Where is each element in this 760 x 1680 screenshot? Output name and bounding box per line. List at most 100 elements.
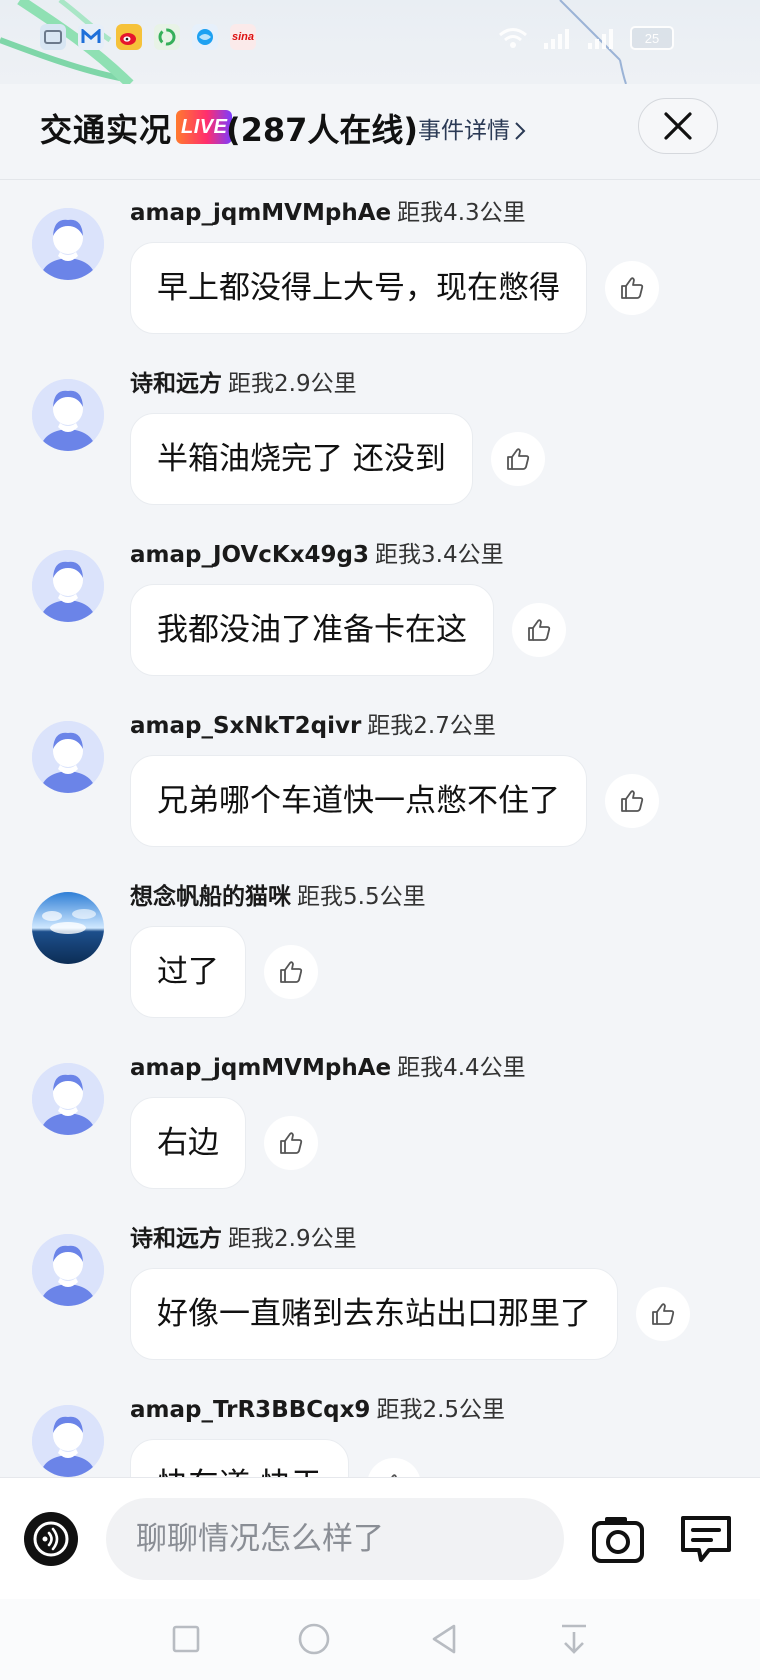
recents-button[interactable]: [164, 1617, 208, 1661]
comment-meta: 想念帆船的猫咪 距我5.5公里: [130, 880, 426, 914]
comment-bubble: 好像一直赌到去东站出口那里了: [130, 1268, 618, 1360]
comment-button[interactable]: [676, 1510, 736, 1568]
comment-bubble: 半箱油烧完了 还没到: [130, 413, 473, 505]
username[interactable]: amap_JOVcKx49g3: [130, 542, 369, 568]
comment-item: amap_TrR3BBCqx9距我2.5公里快车道 快于: [0, 1377, 760, 1477]
status-system-icons: 25: [498, 26, 674, 50]
comment-bubble: 过了: [130, 926, 246, 1018]
like-button[interactable]: [491, 432, 545, 486]
distance-label: 距我4.4公里: [397, 1055, 526, 1081]
home-circle-icon: [298, 1623, 330, 1655]
comment-meta: amap_TrR3BBCqx9 距我2.5公里: [130, 1393, 505, 1427]
weibo-icon: [116, 24, 142, 50]
comment-bubble: 右边: [130, 1097, 246, 1189]
like-button[interactable]: [264, 945, 318, 999]
comment-item: 诗和远方 距我2.9公里半箱油烧完了 还没到: [0, 351, 760, 522]
username[interactable]: amap_jqmMVMphAe: [130, 200, 391, 226]
username[interactable]: 想念帆船的猫咪: [130, 884, 291, 910]
back-button[interactable]: [422, 1617, 466, 1661]
home-button[interactable]: [292, 1617, 336, 1661]
system-nav-bar: [0, 1599, 760, 1680]
like-button[interactable]: [367, 1458, 421, 1477]
message-icon: [40, 24, 66, 50]
username[interactable]: amap_jqmMVMphAe: [130, 1055, 391, 1081]
close-button[interactable]: [638, 98, 718, 154]
distance-label: 距我2.9公里: [228, 1226, 357, 1252]
comment-meta: amap_jqmMVMphAe 距我4.4公里: [130, 1051, 526, 1085]
comment-bubble: 快车道 快于: [130, 1439, 349, 1477]
comment-item: amap_JOVcKx49g3 距我3.4公里我都没油了准备卡在这: [0, 522, 760, 693]
like-button[interactable]: [636, 1287, 690, 1341]
recents-square-icon: [172, 1625, 200, 1653]
maxthon-icon: [78, 24, 104, 50]
thumbs-up-icon: [278, 959, 304, 985]
notification-pulldown-button[interactable]: [552, 1617, 596, 1661]
like-button[interactable]: [605, 774, 659, 828]
battery-icon: 25: [630, 26, 674, 50]
avatar[interactable]: [32, 550, 104, 622]
comment-item: amap_jqmMVMphAe 距我4.4公里右边: [0, 1035, 760, 1206]
close-icon: [664, 112, 692, 140]
back-triangle-icon: [432, 1624, 456, 1654]
wifi-icon: [499, 28, 527, 48]
recycle-app-icon: [154, 24, 180, 50]
sina-icon: sina: [230, 24, 256, 50]
comment-meta: 诗和远方 距我2.9公里: [130, 367, 357, 401]
avatar[interactable]: [32, 1405, 104, 1477]
browser-icon: [192, 24, 218, 50]
username[interactable]: 诗和远方: [130, 371, 222, 397]
notification-pulldown-icon: [562, 1624, 586, 1654]
event-details-link[interactable]: 事件详情: [418, 114, 526, 148]
distance-label: 距我2.7公里: [367, 713, 496, 739]
comment-meta: 诗和远方 距我2.9公里: [130, 1222, 357, 1256]
chevron-right-icon: [515, 122, 526, 140]
like-button[interactable]: [264, 1116, 318, 1170]
voice-button[interactable]: [24, 1512, 78, 1566]
status-app-icons: sina: [40, 24, 256, 50]
avatar[interactable]: [32, 1063, 104, 1135]
avatar[interactable]: [32, 892, 104, 964]
username[interactable]: amap_TrR3BBCqx9: [130, 1397, 370, 1423]
chat-input[interactable]: [106, 1498, 564, 1580]
input-bar: [0, 1477, 760, 1599]
status-bar: sina 25: [0, 0, 760, 84]
camera-icon: [592, 1517, 644, 1563]
username[interactable]: amap_SxNkT2qivr: [130, 713, 361, 739]
distance-label: 距我2.9公里: [228, 371, 357, 397]
page-title: 交通实况: [40, 111, 173, 149]
avatar[interactable]: [32, 379, 104, 451]
online-count: (287人在线): [226, 111, 419, 149]
thumbs-up-icon: [526, 617, 552, 643]
thumbs-up-icon: [619, 275, 645, 301]
like-button[interactable]: [512, 603, 566, 657]
thumbs-up-icon: [619, 788, 645, 814]
avatar[interactable]: [32, 721, 104, 793]
comment-meta: amap_SxNkT2qivr 距我2.7公里: [130, 709, 496, 743]
distance-label: 距我5.5公里: [297, 884, 426, 910]
avatar[interactable]: [32, 208, 104, 280]
comment-bubble: 早上都没得上大号，现在憋得: [130, 242, 587, 334]
comment-bubble: 我都没油了准备卡在这: [130, 584, 494, 676]
comment-item: amap_jqmMVMphAe 距我4.3公里早上都没得上大号，现在憋得: [0, 180, 760, 351]
comment-meta: amap_JOVcKx49g3 距我3.4公里: [130, 538, 504, 572]
voice-icon: [33, 1521, 69, 1557]
thumbs-up-icon: [505, 446, 531, 472]
signal-icon: [544, 29, 569, 49]
header: 交通实况 LIVE (287人在线) 事件详情: [0, 84, 760, 180]
username[interactable]: 诗和远方: [130, 1226, 222, 1252]
live-badge: LIVE: [176, 110, 233, 144]
distance-label: 距我3.4公里: [375, 542, 504, 568]
signal-icon: [588, 29, 613, 49]
comment-item: 想念帆船的猫咪 距我5.5公里过了: [0, 864, 760, 1035]
comment-item: 诗和远方 距我2.9公里好像一直赌到去东站出口那里了: [0, 1206, 760, 1377]
thumbs-up-icon: [278, 1130, 304, 1156]
avatar[interactable]: [32, 1234, 104, 1306]
comment-meta: amap_jqmMVMphAe 距我4.3公里: [130, 196, 526, 230]
like-button[interactable]: [605, 261, 659, 315]
comment-feed[interactable]: amap_jqmMVMphAe 距我4.3公里 早上都没得上大号，现在憋得 诗和远方距…: [0, 180, 760, 1477]
distance-label: 距我4.3公里: [397, 200, 526, 226]
camera-button[interactable]: [588, 1510, 648, 1568]
comment-item: amap_SxNkT2qivr 距我2.7公里兄弟哪个车道快一点憋不住了: [0, 693, 760, 864]
thumbs-up-icon: [650, 1301, 676, 1327]
comment-bubble: 兄弟哪个车道快一点憋不住了: [130, 755, 587, 847]
